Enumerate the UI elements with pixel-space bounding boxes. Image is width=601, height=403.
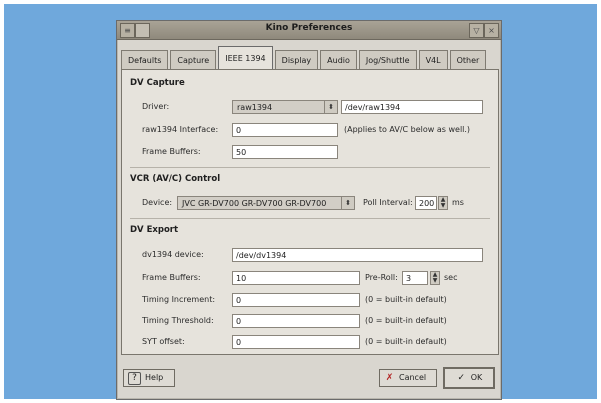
pre-roll-unit: sec [444, 273, 458, 282]
driver-value: raw1394 [237, 103, 273, 112]
pre-roll-spinner[interactable]: ▲ ▼ [430, 271, 440, 285]
vcr-device-label: Device: [142, 198, 173, 207]
capture-frame-buffers-label: Frame Buffers: [142, 147, 201, 156]
interface-note: (Applies to AV/C below as well.) [344, 125, 471, 134]
title-bar[interactable]: ≡ Kino Preferences ▽ × [117, 21, 501, 40]
dv1394-device-label: dv1394 device: [142, 250, 204, 259]
help-label: Help [145, 373, 164, 382]
tab-ieee1394[interactable]: IEEE 1394 [218, 46, 273, 70]
vcr-control-heading: VCR (AV/C) Control [130, 174, 221, 184]
tab-defaults[interactable]: Defaults [121, 50, 169, 70]
dv-capture-heading: DV Capture [130, 78, 185, 88]
tab-capture[interactable]: Capture [170, 50, 217, 70]
ok-label: OK [470, 373, 483, 382]
pre-roll-label: Pre-Roll: [365, 273, 398, 282]
preferences-window: ≡ Kino Preferences ▽ × Defaults Capture … [116, 20, 502, 400]
section-divider [130, 167, 490, 168]
timing-threshold-label: Timing Threshold: [142, 316, 214, 325]
cancel-label: Cancel [399, 373, 427, 382]
cancel-button[interactable]: ✗ Cancel [379, 369, 437, 387]
export-frame-buffers-label: Frame Buffers: [142, 273, 201, 282]
cancel-icon: ✗ [385, 372, 394, 383]
timing-increment-note: (0 = built-in default) [365, 295, 447, 304]
vcr-device-value: JVC GR-DV700 GR-DV700 GR-DV700 [182, 199, 327, 208]
tab-bar: Defaults Capture IEEE 1394 Display Audio… [121, 46, 488, 70]
syt-offset-note: (0 = built-in default) [365, 337, 447, 346]
dv-export-heading: DV Export [130, 225, 179, 235]
capture-frame-buffers-field[interactable]: 50 [232, 145, 338, 159]
syt-offset-label: SYT offset: [142, 337, 185, 346]
timing-threshold-field[interactable]: 0 [232, 314, 360, 328]
pre-roll-field[interactable]: 3 [402, 271, 428, 285]
screenshot-frame: ≡ Kino Preferences ▽ × Defaults Capture … [0, 0, 601, 403]
poll-interval-field[interactable]: 200 [415, 196, 437, 210]
timing-threshold-note: (0 = built-in default) [365, 316, 447, 325]
driver-path-field[interactable]: /dev/raw1394 [341, 100, 483, 114]
timing-increment-label: Timing Increment: [142, 295, 216, 304]
ok-button[interactable]: ✓ OK [443, 367, 495, 389]
spin-down-icon: ▼ [432, 277, 438, 284]
tab-display[interactable]: Display [274, 50, 319, 70]
window-title: Kino Preferences [265, 23, 353, 33]
desktop-background: ≡ Kino Preferences ▽ × Defaults Capture … [4, 4, 597, 400]
poll-interval-spinner[interactable]: ▲ ▼ [438, 196, 448, 210]
tab-v4l[interactable]: V4L [418, 50, 448, 70]
help-icon: ? [128, 371, 141, 385]
section-divider [130, 218, 490, 219]
ok-icon: ✓ [457, 372, 465, 383]
combo-arrow-icon: ⬍ [341, 197, 354, 209]
raw1394-interface-field[interactable]: 0 [232, 123, 338, 137]
minimize-icon: ▽ [473, 26, 480, 35]
export-frame-buffers-field[interactable]: 10 [232, 271, 360, 285]
close-icon: × [488, 26, 495, 35]
close-button[interactable]: × [484, 23, 499, 38]
poll-interval-unit: ms [452, 198, 464, 207]
tab-audio[interactable]: Audio [320, 50, 357, 70]
minimize-button[interactable]: ▽ [469, 23, 484, 38]
raw1394-interface-label: raw1394 Interface: [142, 125, 219, 134]
driver-label: Driver: [142, 102, 170, 111]
help-button[interactable]: ? Help [123, 369, 175, 387]
tab-other[interactable]: Other [449, 50, 487, 70]
combo-arrow-icon: ⬍ [324, 101, 337, 113]
spin-down-icon: ▼ [440, 202, 446, 209]
timing-increment-field[interactable]: 0 [232, 293, 360, 307]
syt-offset-field[interactable]: 0 [232, 335, 360, 349]
driver-select[interactable]: raw1394 ⬍ [232, 100, 338, 114]
vcr-device-select[interactable]: JVC GR-DV700 GR-DV700 GR-DV700 ⬍ [177, 196, 355, 210]
poll-interval-label: Poll Interval: [363, 198, 413, 207]
ieee1394-panel: DV Capture Driver: raw1394 ⬍ /dev/raw139… [121, 69, 499, 355]
tab-jog-shuttle[interactable]: Jog/Shuttle [358, 50, 417, 70]
dv1394-device-field[interactable]: /dev/dv1394 [232, 248, 483, 262]
